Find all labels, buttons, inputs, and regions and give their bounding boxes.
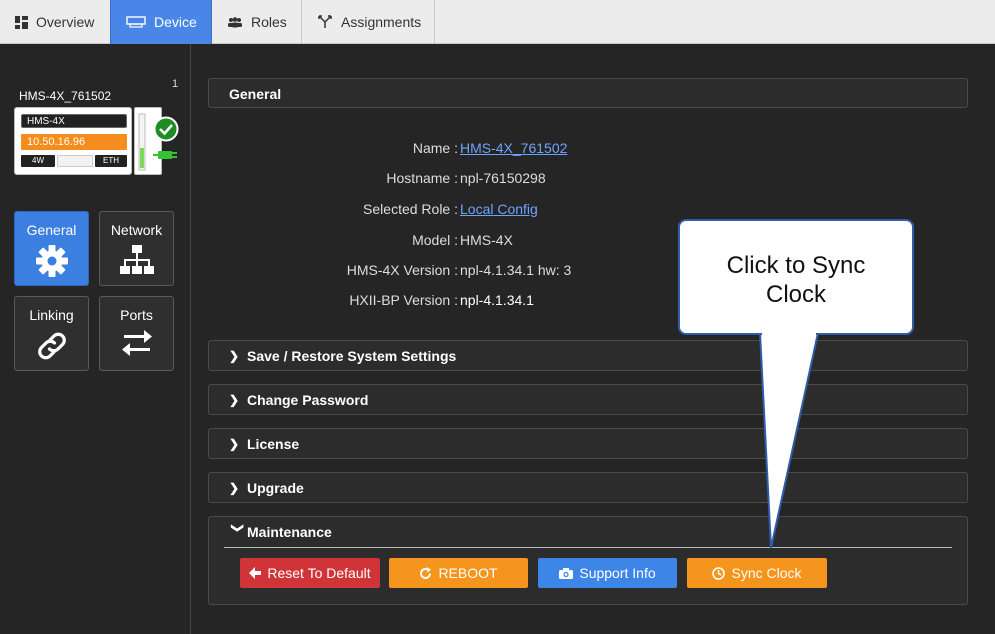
callout-text: Click to Sync Clock	[680, 251, 912, 309]
callout-tooltip: Click to Sync Clock	[678, 219, 914, 335]
callout-line-2: Clock	[765, 281, 826, 308]
callout-seam	[762, 330, 816, 335]
callout-line-1: Click to Sync	[726, 252, 866, 279]
